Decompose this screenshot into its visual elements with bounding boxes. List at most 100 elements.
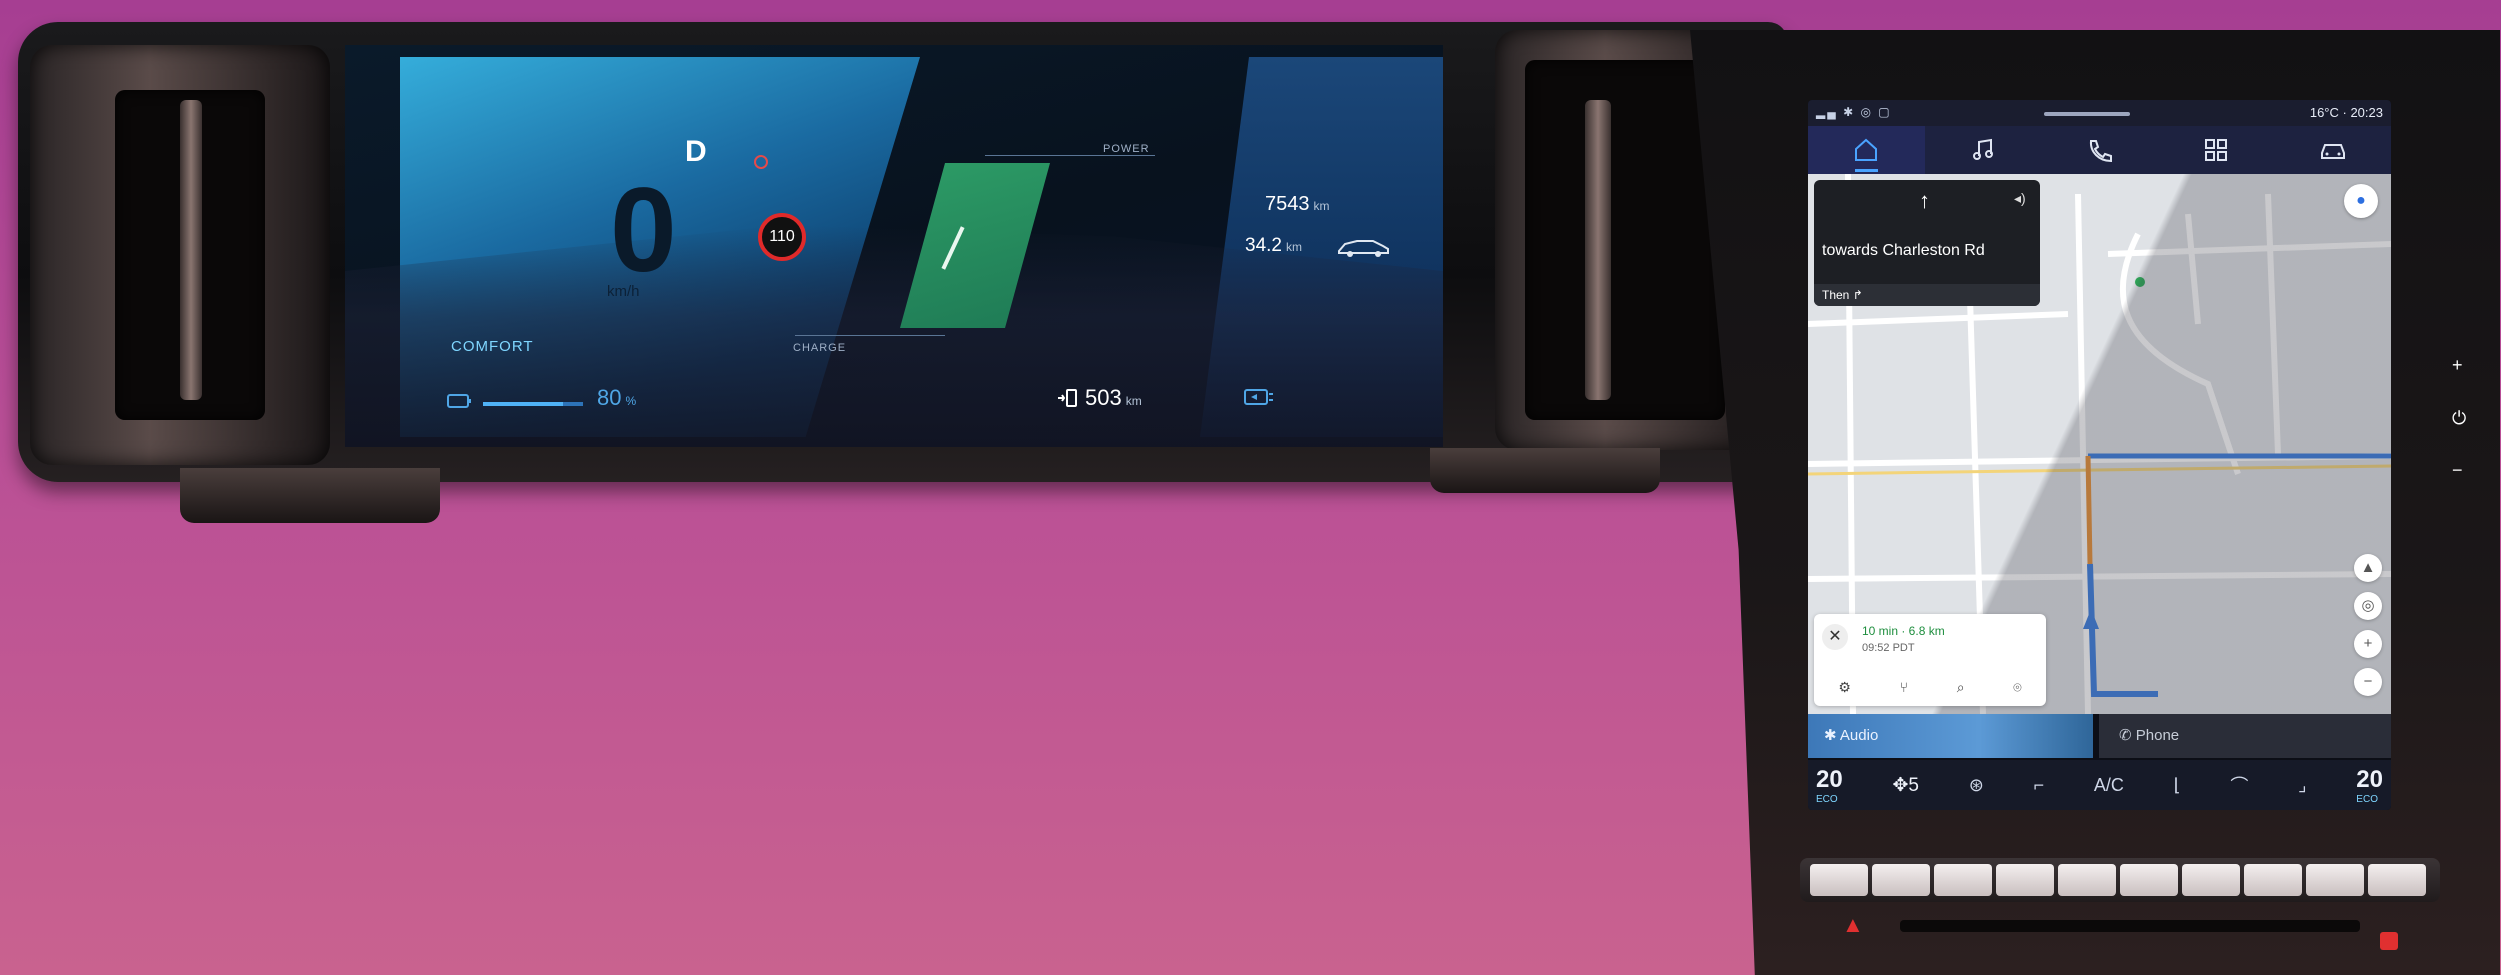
turn-right-icon: ↱	[1852, 288, 1863, 302]
climate-bar: 20 ECO ✥5 ⊛ ⌐ A/C ⌊ ⌒ ⌟ 20 ECO	[1808, 760, 2391, 810]
car-icon	[2320, 144, 2345, 159]
fan-speed[interactable]: ✥5	[1892, 774, 1919, 797]
tab-apps[interactable]	[2158, 126, 2275, 174]
eta-card[interactable]: ✕ 10 min · 6.8 km 09:52 PDT ⚙ ⑂ ⌕ ⌾	[1814, 614, 2046, 706]
passenger-seat-icon[interactable]: ⌟	[2298, 775, 2306, 796]
status-handle[interactable]	[2044, 112, 2130, 116]
tab-phone[interactable]	[2041, 126, 2158, 174]
status-bar: ▂▄ ✱ ◎ ▢ 16°C · 20:23	[1808, 100, 2391, 126]
minus-icon: −	[2363, 673, 2373, 690]
power-label: POWER	[1103, 143, 1150, 155]
plus-icon: +	[2452, 355, 2463, 375]
hardkey-3[interactable]	[1934, 864, 1992, 896]
infotainment-screen: ▂▄ ✱ ◎ ▢ 16°C · 20:23 ↑ ◂) towards Charl…	[1808, 100, 2391, 810]
battery-icon	[447, 394, 471, 408]
zoom-out-button[interactable]: −	[2354, 668, 2382, 696]
compass-icon: ▲	[2360, 559, 2376, 576]
route-options-icon[interactable]: ⑂	[1900, 679, 1908, 695]
eta-arrival-time: 09:52 PDT	[1862, 642, 1915, 654]
left-air-vent	[30, 45, 330, 465]
volume-icon[interactable]: ◂)	[2014, 190, 2026, 207]
hardkey-8[interactable]	[2244, 864, 2302, 896]
lock-button[interactable]	[2380, 932, 2398, 950]
location-pin-icon[interactable]: ⌾	[2013, 679, 2021, 696]
regen-icon	[1244, 389, 1273, 405]
close-navigation-button[interactable]: ✕	[1822, 624, 1848, 650]
phone-widget[interactable]: ✆ Phone	[2099, 714, 2391, 758]
climate-hardkeys	[1800, 858, 2440, 902]
home-icon	[1855, 138, 1878, 161]
plus-icon: +	[2363, 635, 2373, 652]
left-stalk	[180, 468, 440, 523]
hardkey-4[interactable]	[1996, 864, 2054, 896]
left-temperature[interactable]: 20 ECO	[1816, 766, 1843, 805]
seat-icon[interactable]: ⌊	[2174, 775, 2181, 796]
main-tabs	[1808, 126, 2391, 174]
power-icon: ⏻	[2452, 408, 2467, 428]
mic-button[interactable]: ●	[2344, 184, 2378, 218]
turn-instruction-card[interactable]: ↑ ◂) towards Charleston Rd Then ↱	[1814, 180, 2040, 306]
hardkey-6[interactable]	[2120, 864, 2178, 896]
tab-home[interactable]	[1808, 126, 1925, 174]
then-instruction: Then ↱	[1814, 284, 2040, 306]
mic-icon: ●	[2356, 192, 2366, 209]
right-temperature[interactable]: 20 ECO	[2356, 766, 2383, 805]
ac-button[interactable]: A/C	[2094, 775, 2124, 796]
odometer: 7543 km	[1265, 193, 1330, 215]
hardkey-9[interactable]	[2306, 864, 2364, 896]
seat-heat-icon[interactable]: ⌐	[2034, 775, 2045, 796]
phone-icon	[2090, 140, 2113, 163]
hardkey-10[interactable]	[2368, 864, 2426, 896]
eta-actions: ⚙ ⑂ ⌕ ⌾	[1814, 672, 2046, 702]
hazard-icon: ▲	[1842, 912, 1864, 937]
drive-mode-label: COMFORT	[451, 338, 534, 355]
zoom-in-button[interactable]: +	[2354, 630, 2382, 658]
fan-icon: ✥	[1892, 774, 1909, 796]
power-button[interactable]: ⏻	[2452, 408, 2466, 429]
battery-percent: 80%	[597, 385, 637, 410]
speed-unit: km/h	[607, 283, 640, 300]
range-readout: 503 km	[1085, 385, 1142, 410]
defrost-icon[interactable]: ⌒	[2230, 772, 2248, 798]
storage-tray	[1900, 920, 2360, 932]
media-row: ✱ Audio ✆ Phone	[1808, 714, 2391, 758]
range-fuel-icon	[1058, 389, 1077, 407]
locate-icon: ◎	[2361, 597, 2375, 614]
gear-indicator: D	[685, 135, 707, 168]
minus-icon: −	[2452, 460, 2463, 480]
trip-distance: 34.2 km	[1245, 235, 1302, 256]
recenter-button[interactable]: ◎	[2354, 592, 2382, 620]
status-temp-time: 16°C · 20:23	[2309, 105, 2383, 120]
close-icon: ✕	[1828, 628, 1842, 645]
hazard-button[interactable]: ▲	[1842, 912, 1864, 938]
signal-icons: ▂▄ ✱ ◎ ▢	[1816, 105, 1892, 119]
right-stalk	[1430, 448, 1660, 493]
apps-icon	[2205, 139, 2228, 161]
hardkey-7[interactable]	[2182, 864, 2240, 896]
volume-down-button[interactable]: −	[2452, 460, 2463, 481]
bluetooth-icon: ✱	[1824, 727, 1837, 744]
hardkey-5[interactable]	[2058, 864, 2116, 896]
charge-label: CHARGE	[793, 342, 847, 354]
music-icon	[1972, 138, 1993, 160]
gear-marker-icon	[754, 155, 768, 169]
speed-limit-sign: 110	[758, 213, 806, 261]
battery-level-bar	[483, 402, 583, 406]
navigation-map[interactable]: ↑ ◂) towards Charleston Rd Then ↱ ● ▲ ◎ …	[1808, 174, 2391, 714]
volume-up-button[interactable]: +	[2452, 355, 2463, 376]
phone-small-icon: ✆	[2119, 727, 2132, 744]
eta-duration: 10 min · 6.8 km	[1862, 624, 1945, 638]
settings-icon[interactable]: ⚙	[1838, 679, 1851, 696]
steering-heat-icon[interactable]: ⊛	[1969, 775, 1984, 796]
compass-button[interactable]: ▲	[2354, 554, 2382, 582]
car-icon	[1338, 240, 1389, 257]
search-icon[interactable]: ⌕	[1957, 679, 1965, 696]
hardkey-1[interactable]	[1810, 864, 1868, 896]
tab-music[interactable]	[1925, 126, 2042, 174]
turn-street: towards Charleston Rd	[1822, 242, 1985, 259]
speed-readout: 0	[610, 163, 677, 297]
straight-arrow-icon: ↑	[1919, 188, 1930, 213]
tab-car[interactable]	[2274, 126, 2391, 174]
hardkey-2[interactable]	[1872, 864, 1930, 896]
audio-widget[interactable]: ✱ Audio	[1808, 714, 2093, 758]
